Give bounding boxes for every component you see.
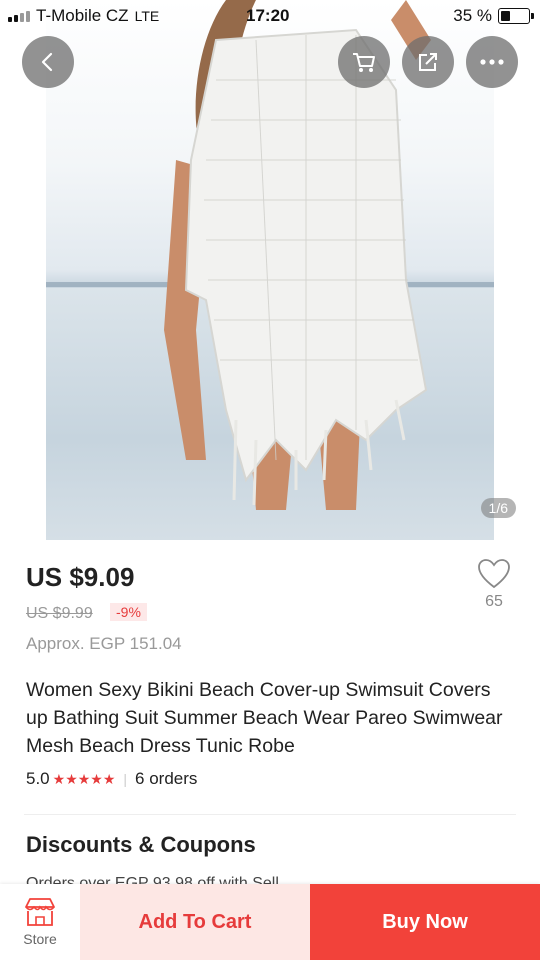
- share-button[interactable]: [402, 36, 454, 88]
- rating-value: 5.0: [26, 769, 50, 788]
- orders-count: 6 orders: [135, 769, 198, 788]
- network-type: LTE: [134, 8, 160, 24]
- store-icon: [25, 898, 55, 926]
- bottom-action-bar: Store Add To Cart Buy Now: [0, 884, 540, 960]
- buy-now-button[interactable]: Buy Now: [310, 884, 540, 960]
- add-to-cart-button[interactable]: Add To Cart: [80, 884, 310, 960]
- back-button[interactable]: [22, 36, 74, 88]
- signal-icon: [8, 10, 30, 22]
- discounts-title[interactable]: Discounts & Coupons: [26, 832, 256, 858]
- share-icon: [419, 53, 437, 71]
- rating-stars: ★★★★★: [52, 770, 116, 787]
- heart-icon: [478, 559, 510, 589]
- original-price: US $9.99: [26, 605, 93, 622]
- cart-icon: [353, 53, 375, 72]
- back-arrow-icon: [41, 52, 53, 72]
- more-button[interactable]: [466, 36, 518, 88]
- product-price: US $9.09: [26, 562, 135, 592]
- cart-button[interactable]: [338, 36, 390, 88]
- carrier-name: T-Mobile CZ: [36, 6, 129, 25]
- store-label: Store: [23, 931, 57, 947]
- divider: [24, 814, 516, 815]
- approx-price: Approx. EGP 151.04: [26, 634, 182, 653]
- battery-percent: 35 %: [453, 6, 492, 25]
- wishlist-count: 65: [485, 593, 503, 610]
- battery-icon: [498, 8, 534, 24]
- discount-badge: -9%: [110, 603, 147, 621]
- status-bar: T-Mobile CZ LTE 17:20 35 %: [0, 0, 540, 32]
- more-icon: [480, 59, 504, 65]
- status-left: T-Mobile CZ LTE: [8, 6, 159, 26]
- product-image-gallery[interactable]: 1/6: [0, 0, 540, 540]
- rating-row[interactable]: 5.0 ★★★★★ | 6 orders: [26, 769, 197, 789]
- status-time: 17:20: [246, 6, 290, 25]
- image-counter: 1/6: [480, 498, 516, 518]
- separator: |: [123, 771, 128, 787]
- store-button[interactable]: Store: [0, 884, 80, 960]
- status-right: 35 %: [453, 6, 534, 26]
- product-title: Women Sexy Bikini Beach Cover-up Swimsui…: [26, 679, 503, 757]
- wishlist-button[interactable]: 65: [472, 558, 516, 611]
- dress-illustration: [164, 0, 431, 510]
